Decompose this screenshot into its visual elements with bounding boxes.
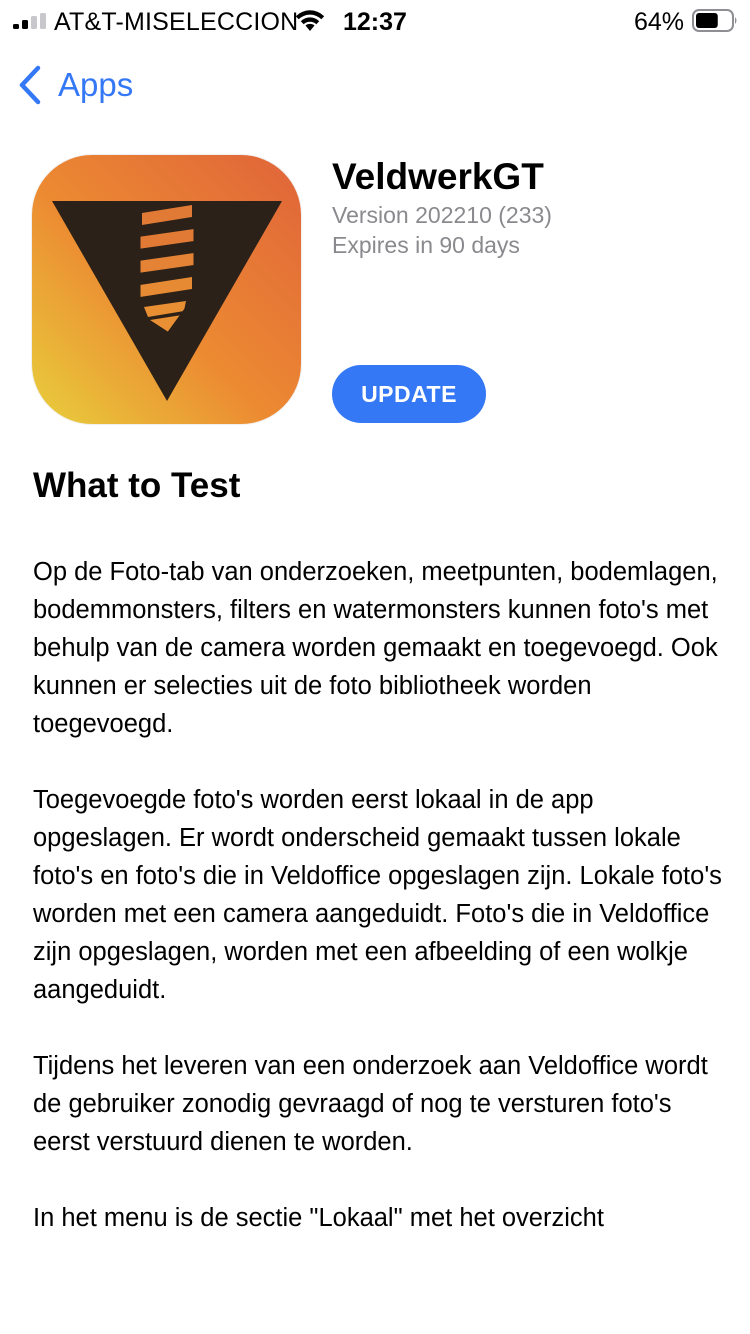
battery-percentage: 64% <box>634 8 685 36</box>
release-note-paragraph: Tijdens het leveren van een onderzoek aa… <box>33 1052 708 1156</box>
app-name: VeldwerkGT <box>332 156 544 197</box>
update-button[interactable]: UPDATE <box>332 365 486 423</box>
app-icon <box>32 155 301 424</box>
app-version: Version 202210 (233) <box>332 202 552 228</box>
back-button-label: Apps <box>58 66 134 103</box>
release-note-paragraph: Op de Foto-tab van onderzoeken, meetpunt… <box>33 558 718 738</box>
carrier-name: AT&T-MISELECCION <box>54 8 299 36</box>
chevron-left-icon <box>19 65 41 105</box>
back-button[interactable]: Apps <box>16 62 133 108</box>
status-bar: AT&T-MISELECCION 12:37 64% <box>0 0 750 40</box>
release-notes: Op de Foto-tab van onderzoeken, meetpunt… <box>33 553 723 1275</box>
cellular-signal-icon <box>13 13 46 29</box>
veldwerkgt-logo-icon <box>32 155 301 424</box>
release-note-paragraph: In het menu is de sectie "Lokaal" met he… <box>33 1204 604 1232</box>
clock: 12:37 <box>343 8 407 36</box>
wifi-icon <box>295 10 325 31</box>
release-note-paragraph: Toegevoegde foto's worden eerst lokaal i… <box>33 786 722 1004</box>
app-expiry: Expires in 90 days <box>332 232 520 258</box>
section-title: What to Test <box>33 466 241 505</box>
battery-icon <box>692 9 737 32</box>
